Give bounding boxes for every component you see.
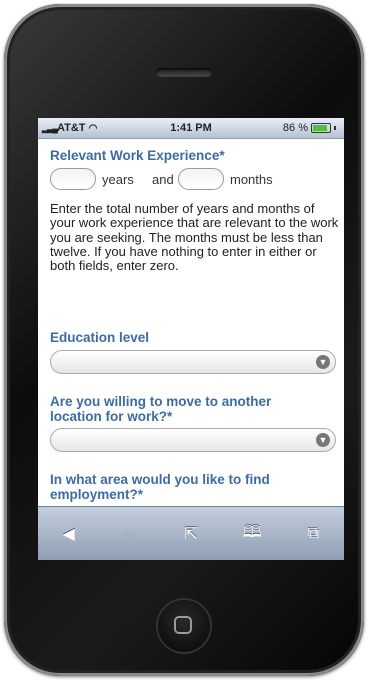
battery-indicator: 86 % <box>283 122 336 134</box>
battery-fill <box>313 125 327 131</box>
years-text: years <box>102 172 134 187</box>
education-select[interactable]: ▼ <box>50 350 336 374</box>
phone-screen: ▂▃▄AT&T ◠ 1:41 PM 86 % Relevant Work Exp… <box>38 118 344 560</box>
status-bar: ▂▃▄AT&T ◠ 1:41 PM 86 % <box>38 118 344 139</box>
battery-tip <box>334 126 336 130</box>
web-content[interactable]: Relevant Work Experience* years and mont… <box>38 140 344 506</box>
phone-frame: ▂▃▄AT&T ◠ 1:41 PM 86 % Relevant Work Exp… <box>4 4 364 676</box>
forward-icon[interactable]: ▶ <box>112 524 148 544</box>
education-label: Education level <box>50 330 150 345</box>
back-icon[interactable]: ◀ <box>51 524 87 544</box>
battery-percent: 86 % <box>282 122 308 134</box>
experience-help-text: Enter the total number of years and mont… <box>50 201 339 274</box>
home-square-icon <box>174 616 192 634</box>
relocate-select[interactable]: ▼ <box>50 428 336 452</box>
speaker-grille <box>156 68 212 77</box>
battery-icon <box>311 123 331 133</box>
months-text: months <box>230 172 273 187</box>
pages-icon[interactable]: ⧉ <box>295 525 331 543</box>
chevron-down-icon: ▼ <box>316 355 330 369</box>
years-input[interactable] <box>50 168 96 190</box>
home-button[interactable] <box>158 600 210 652</box>
relocate-label: Are you willing to move to another locat… <box>50 394 272 424</box>
months-input[interactable] <box>178 168 224 190</box>
safari-toolbar: ◀ ▶ ⇱ 🕮 ⧉ <box>38 506 344 560</box>
bookmarks-icon[interactable]: 🕮 <box>234 521 270 548</box>
share-icon[interactable]: ⇱ <box>173 524 209 544</box>
experience-label: Relevant Work Experience* <box>50 148 225 163</box>
chevron-down-icon: ▼ <box>316 433 330 447</box>
and-text: and <box>152 172 174 187</box>
area-label: In what area would you like to find empl… <box>50 472 270 502</box>
